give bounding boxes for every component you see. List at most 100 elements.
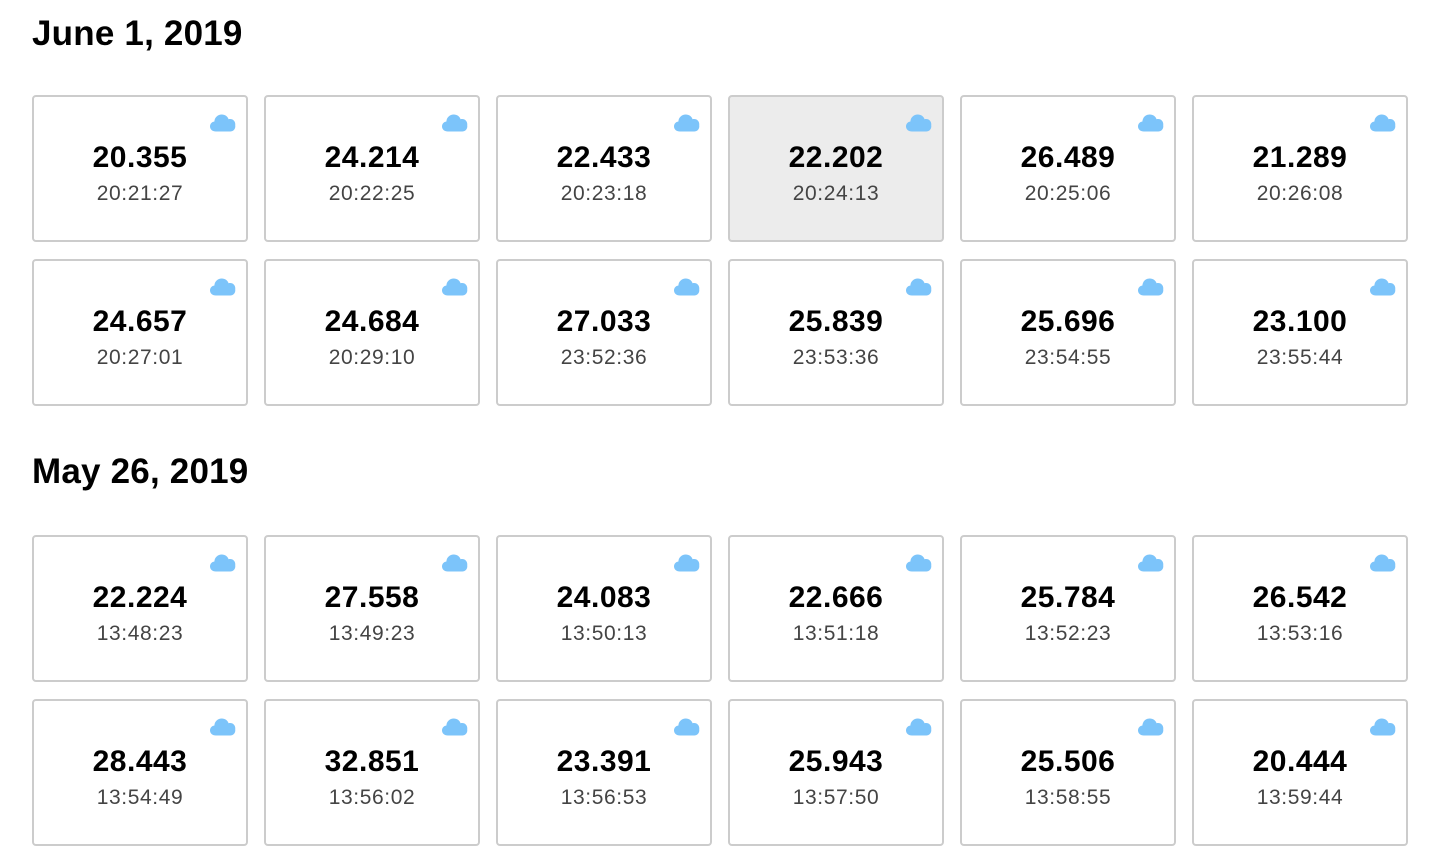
cloud-icon xyxy=(1137,717,1164,736)
reading-card[interactable]: 26.542 13:53:16 xyxy=(1192,535,1408,682)
reading-value: 24.214 xyxy=(324,141,420,174)
reading-value: 22.666 xyxy=(788,581,884,614)
reading-time: 20:22:25 xyxy=(328,182,416,205)
cloud-icon xyxy=(1137,277,1164,296)
reading-time: 20:29:10 xyxy=(328,346,416,369)
reading-time: 20:21:27 xyxy=(96,182,184,205)
cloud-icon xyxy=(1369,553,1396,572)
reading-card[interactable]: 21.289 20:26:08 xyxy=(1192,95,1408,242)
reading-value: 22.224 xyxy=(92,581,188,614)
reading-grid: 20.355 20:21:27 24.214 20:22:25 22.433 20:23:… xyxy=(32,95,1408,406)
reading-value: 32.851 xyxy=(324,745,420,778)
reading-value: 22.433 xyxy=(556,141,652,174)
reading-time: 23:54:55 xyxy=(1024,346,1112,369)
reading-time: 13:52:23 xyxy=(1024,622,1112,645)
reading-time: 20:24:13 xyxy=(792,182,880,205)
cloud-icon xyxy=(673,553,700,572)
reading-time: 23:53:36 xyxy=(792,346,880,369)
reading-value: 25.696 xyxy=(1020,305,1116,338)
reading-card[interactable]: 32.851 13:56:02 xyxy=(264,699,480,846)
reading-time: 23:55:44 xyxy=(1256,346,1344,369)
cloud-icon xyxy=(441,717,468,736)
cloud-icon xyxy=(905,277,932,296)
reading-card[interactable]: 24.657 20:27:01 xyxy=(32,259,248,406)
reading-card[interactable]: 23.100 23:55:44 xyxy=(1192,259,1408,406)
section-date-heading: June 1, 2019 xyxy=(32,14,243,53)
reading-card[interactable]: 20.444 13:59:44 xyxy=(1192,699,1408,846)
cloud-icon xyxy=(441,113,468,132)
reading-card[interactable]: 28.443 13:54:49 xyxy=(32,699,248,846)
reading-value: 20.355 xyxy=(92,141,188,174)
reading-card[interactable]: 25.943 13:57:50 xyxy=(728,699,944,846)
reading-value: 26.489 xyxy=(1020,141,1116,174)
reading-value: 24.657 xyxy=(92,305,188,338)
reading-value: 25.784 xyxy=(1020,581,1116,614)
cloud-icon xyxy=(1137,113,1164,132)
reading-value: 28.443 xyxy=(92,745,188,778)
reading-value: 21.289 xyxy=(1252,141,1348,174)
reading-value: 26.542 xyxy=(1252,581,1348,614)
reading-time: 13:53:16 xyxy=(1256,622,1344,645)
reading-time: 13:51:18 xyxy=(792,622,880,645)
reading-value: 23.391 xyxy=(556,745,652,778)
reading-card[interactable]: 22.202 20:24:13 xyxy=(728,95,944,242)
reading-time: 13:57:50 xyxy=(792,786,880,809)
cloud-icon xyxy=(1369,113,1396,132)
reading-time: 13:56:53 xyxy=(560,786,648,809)
cloud-icon xyxy=(673,113,700,132)
reading-card[interactable]: 25.784 13:52:23 xyxy=(960,535,1176,682)
cloud-icon xyxy=(1137,553,1164,572)
reading-time: 13:59:44 xyxy=(1256,786,1344,809)
reading-value: 25.943 xyxy=(788,745,884,778)
cloud-icon xyxy=(1369,277,1396,296)
reading-grid: 22.224 13:48:23 27.558 13:49:23 24.083 13:50:… xyxy=(32,535,1408,846)
reading-time: 13:48:23 xyxy=(96,622,184,645)
reading-card[interactable]: 22.224 13:48:23 xyxy=(32,535,248,682)
cloud-icon xyxy=(905,717,932,736)
cloud-icon xyxy=(209,277,236,296)
reading-card[interactable]: 26.489 20:25:06 xyxy=(960,95,1176,242)
reading-card[interactable]: 23.391 13:56:53 xyxy=(496,699,712,846)
reading-card[interactable]: 24.684 20:29:10 xyxy=(264,259,480,406)
reading-time: 20:26:08 xyxy=(1256,182,1344,205)
cloud-icon xyxy=(441,277,468,296)
reading-value: 24.083 xyxy=(556,581,652,614)
cloud-icon xyxy=(441,553,468,572)
cloud-icon xyxy=(209,717,236,736)
reading-value: 20.444 xyxy=(1252,745,1348,778)
reading-card[interactable]: 25.506 13:58:55 xyxy=(960,699,1176,846)
cloud-icon xyxy=(209,113,236,132)
reading-value: 25.506 xyxy=(1020,745,1116,778)
reading-time: 13:56:02 xyxy=(328,786,416,809)
reading-card[interactable]: 25.839 23:53:36 xyxy=(728,259,944,406)
reading-card[interactable]: 24.083 13:50:13 xyxy=(496,535,712,682)
cloud-icon xyxy=(905,113,932,132)
cloud-icon xyxy=(905,553,932,572)
reading-time: 13:49:23 xyxy=(328,622,416,645)
reading-card[interactable]: 20.355 20:21:27 xyxy=(32,95,248,242)
reading-time: 20:25:06 xyxy=(1024,182,1112,205)
reading-card[interactable]: 22.433 20:23:18 xyxy=(496,95,712,242)
reading-card[interactable]: 27.558 13:49:23 xyxy=(264,535,480,682)
reading-value: 24.684 xyxy=(324,305,420,338)
section-date-heading: May 26, 2019 xyxy=(32,452,249,491)
reading-value: 25.839 xyxy=(788,305,884,338)
reading-time: 13:50:13 xyxy=(560,622,648,645)
cloud-icon xyxy=(209,553,236,572)
reading-value: 27.558 xyxy=(324,581,420,614)
reading-value: 27.033 xyxy=(556,305,652,338)
reading-value: 23.100 xyxy=(1252,305,1348,338)
reading-card[interactable]: 25.696 23:54:55 xyxy=(960,259,1176,406)
reading-time: 20:27:01 xyxy=(96,346,184,369)
reading-time: 13:58:55 xyxy=(1024,786,1112,809)
reading-value: 22.202 xyxy=(788,141,884,174)
reading-card[interactable]: 22.666 13:51:18 xyxy=(728,535,944,682)
cloud-icon xyxy=(673,277,700,296)
reading-time: 13:54:49 xyxy=(96,786,184,809)
reading-time: 20:23:18 xyxy=(560,182,648,205)
reading-time: 23:52:36 xyxy=(560,346,648,369)
reading-card[interactable]: 27.033 23:52:36 xyxy=(496,259,712,406)
cloud-icon xyxy=(673,717,700,736)
reading-card[interactable]: 24.214 20:22:25 xyxy=(264,95,480,242)
cloud-icon xyxy=(1369,717,1396,736)
